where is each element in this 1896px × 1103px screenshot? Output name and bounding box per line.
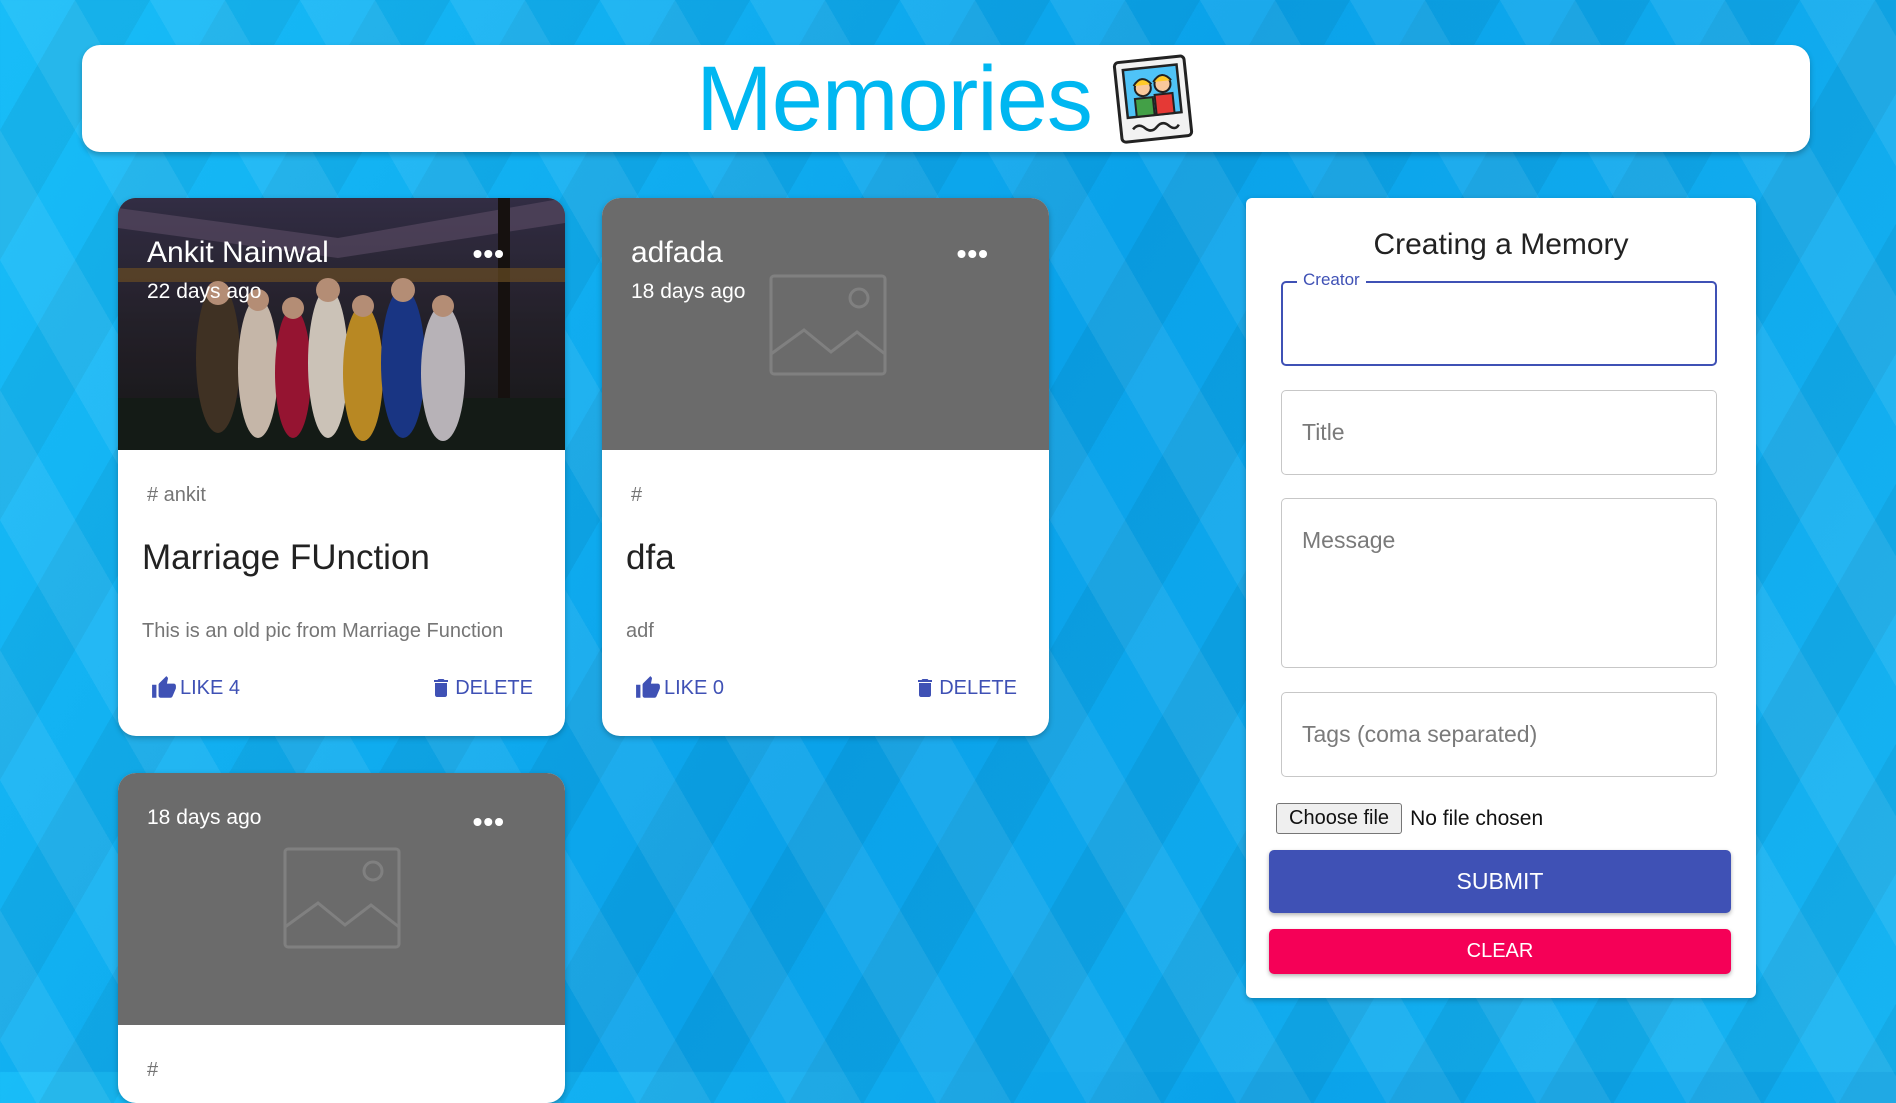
message-field[interactable]: Message (1281, 498, 1717, 668)
tags-field[interactable]: Tags (coma separated) (1281, 692, 1717, 777)
polaroid-photo-icon (1112, 54, 1194, 144)
post-time: 22 days ago (147, 280, 262, 303)
file-input: Choose file No file chosen (1276, 803, 1543, 834)
delete-button[interactable]: DELETE (913, 675, 1017, 701)
post-card: 18 days ago ••• # (118, 773, 565, 1103)
tags-placeholder: Tags (coma separated) (1302, 721, 1538, 747)
create-memory-form: Creating a Memory Creator Title Message … (1246, 198, 1756, 998)
clear-button[interactable]: CLEAR (1269, 929, 1731, 974)
post-creator: adfada (631, 236, 723, 269)
image-placeholder-icon (769, 274, 887, 376)
delete-label: DELETE (939, 676, 1017, 699)
post-image: Ankit Nainwal 22 days ago ••• (118, 198, 565, 450)
more-options-icon[interactable]: ••• (957, 238, 989, 270)
post-card: Ankit Nainwal 22 days ago ••• # ankit Ma… (118, 198, 565, 736)
creator-label: Creator (1297, 270, 1366, 290)
post-tags: # (147, 1059, 159, 1081)
trash-icon (434, 679, 449, 697)
post-image-placeholder: adfada 18 days ago ••• (602, 198, 1049, 450)
like-label: LIKE 4 (180, 676, 241, 699)
post-time: 18 days ago (631, 280, 746, 303)
app-title: Memories (696, 47, 1093, 150)
post-title: Marriage FUnction (142, 538, 430, 577)
thumb-up-icon (636, 676, 660, 698)
image-placeholder-icon (283, 847, 401, 949)
post-creator: Ankit Nainwal (147, 236, 329, 269)
post-tags: # ankit (147, 484, 206, 506)
post-title: dfa (626, 538, 675, 577)
trash-icon (918, 679, 933, 697)
like-button[interactable]: LIKE 0 (634, 675, 724, 701)
like-button[interactable]: LIKE 4 (150, 675, 240, 701)
delete-button[interactable]: DELETE (429, 675, 533, 701)
choose-file-button[interactable]: Choose file (1276, 803, 1403, 834)
app-bar: Memories (82, 45, 1810, 152)
thumb-up-icon (152, 676, 176, 698)
more-options-icon[interactable]: ••• (473, 238, 505, 270)
more-options-icon[interactable]: ••• (473, 806, 505, 838)
post-message: This is an old pic from Marriage Functio… (142, 620, 504, 642)
creator-field[interactable]: Creator (1281, 270, 1717, 366)
post-time: 18 days ago (147, 806, 262, 829)
title-placeholder: Title (1302, 419, 1345, 445)
submit-button[interactable]: SUBMIT (1269, 850, 1731, 913)
post-image-placeholder: 18 days ago ••• (118, 773, 565, 1025)
like-label: LIKE 0 (664, 676, 725, 699)
post-card: adfada 18 days ago ••• # dfa adf LIKE 0 … (602, 198, 1049, 736)
post-actions: LIKE 0 DELETE (602, 643, 1049, 719)
message-placeholder: Message (1302, 527, 1396, 553)
post-message: adf (626, 620, 654, 642)
delete-label: DELETE (455, 676, 533, 699)
file-status: No file chosen (1410, 806, 1544, 830)
title-field[interactable]: Title (1281, 390, 1717, 475)
post-actions: LIKE 4 DELETE (118, 643, 565, 719)
form-title: Creating a Memory (1373, 228, 1629, 261)
post-tags: # (631, 484, 643, 506)
